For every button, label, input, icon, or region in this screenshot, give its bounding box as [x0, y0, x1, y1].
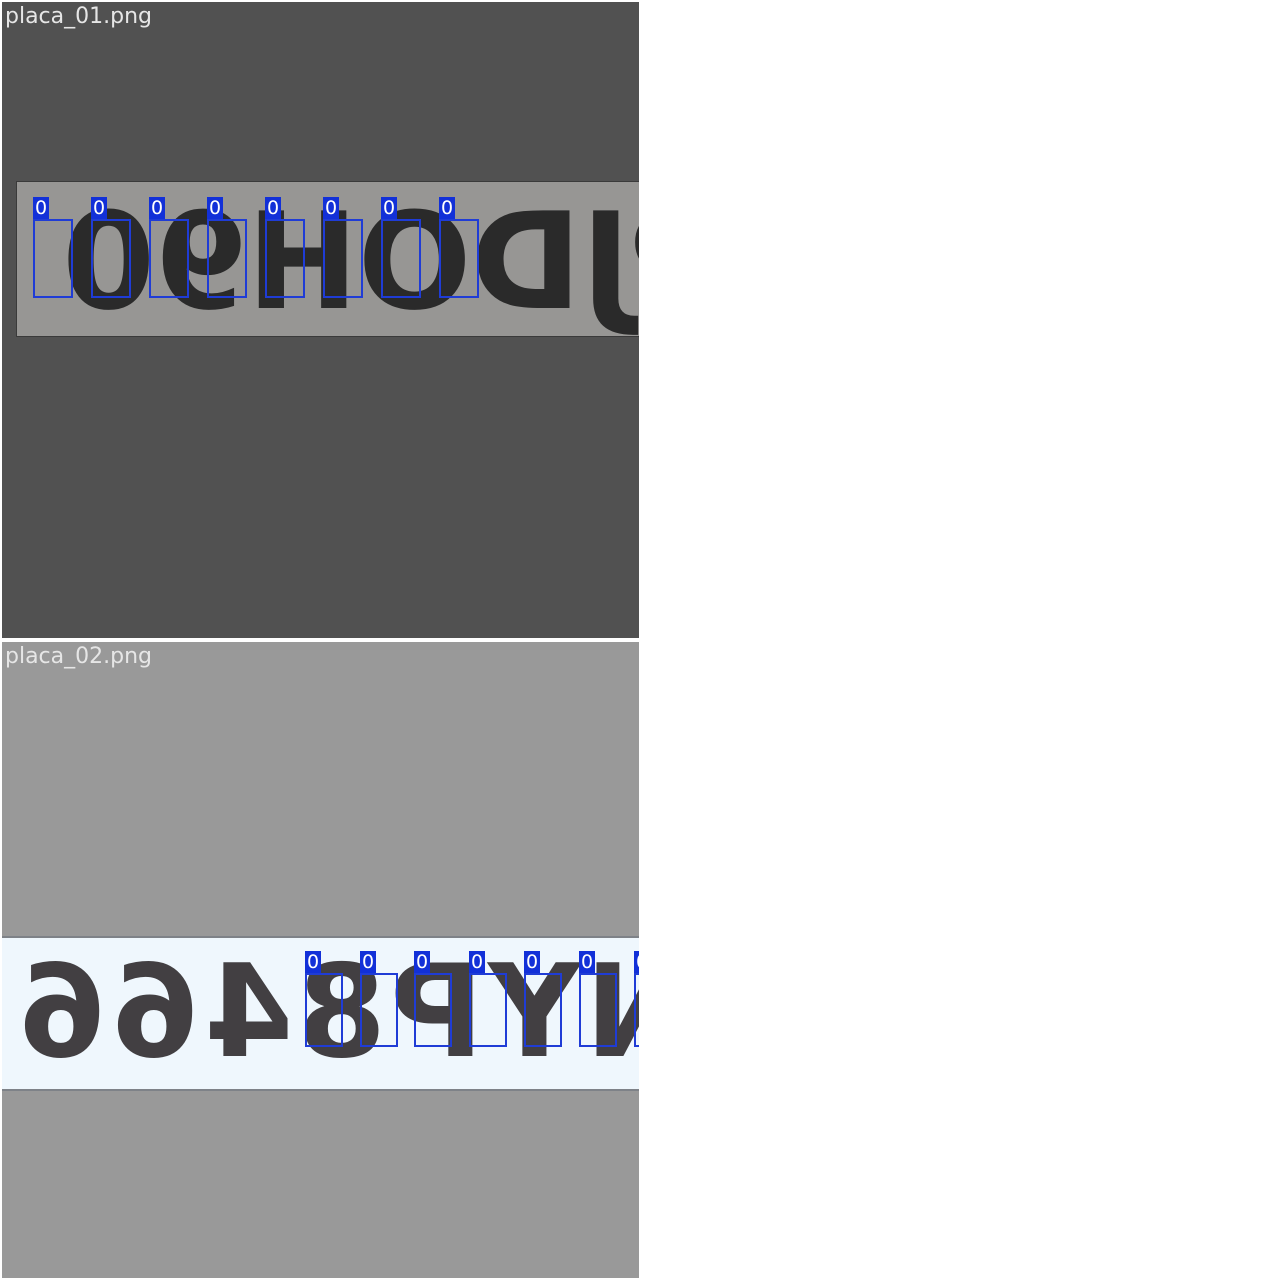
- detection-class-label: 0: [634, 951, 639, 973]
- detection-class-label: 0: [469, 951, 485, 973]
- detection-box: [579, 973, 617, 1047]
- detection-class-label: 0: [439, 197, 455, 219]
- detection-class-label: 0: [149, 197, 165, 219]
- image-panel-placa-02: placa_02.png NYP8466 0000000: [2, 642, 639, 1278]
- detection-box: [524, 973, 562, 1047]
- detection-box: [360, 973, 398, 1047]
- detection-box: [439, 219, 479, 298]
- detection-box: [634, 973, 639, 1047]
- filename-label: placa_02.png: [5, 644, 152, 669]
- detection-box: [323, 219, 363, 298]
- detection-class-label: 0: [91, 197, 107, 219]
- detection-class-label: 0: [207, 197, 223, 219]
- detection-class-label: 0: [360, 951, 376, 973]
- detection-box: [91, 219, 131, 298]
- detection-box: [381, 219, 421, 298]
- detection-class-label: 0: [414, 951, 430, 973]
- detection-class-label: 0: [305, 951, 321, 973]
- detection-box: [33, 219, 73, 298]
- detection-class-label: 0: [381, 197, 397, 219]
- detection-box: [469, 973, 507, 1047]
- detection-class-label: 0: [323, 197, 339, 219]
- detection-class-label: 0: [579, 951, 595, 973]
- detection-box: [149, 219, 189, 298]
- filename-label: placa_01.png: [5, 4, 152, 29]
- detection-box: [305, 973, 343, 1047]
- detection-box: [207, 219, 247, 298]
- detection-class-label: 0: [33, 197, 49, 219]
- detection-box: [414, 973, 452, 1047]
- detection-box: [265, 219, 305, 298]
- image-panel-placa-01: placa_01.png PJDOH90 00000000: [2, 2, 639, 638]
- detection-class-label: 0: [524, 951, 540, 973]
- detection-class-label: 0: [265, 197, 281, 219]
